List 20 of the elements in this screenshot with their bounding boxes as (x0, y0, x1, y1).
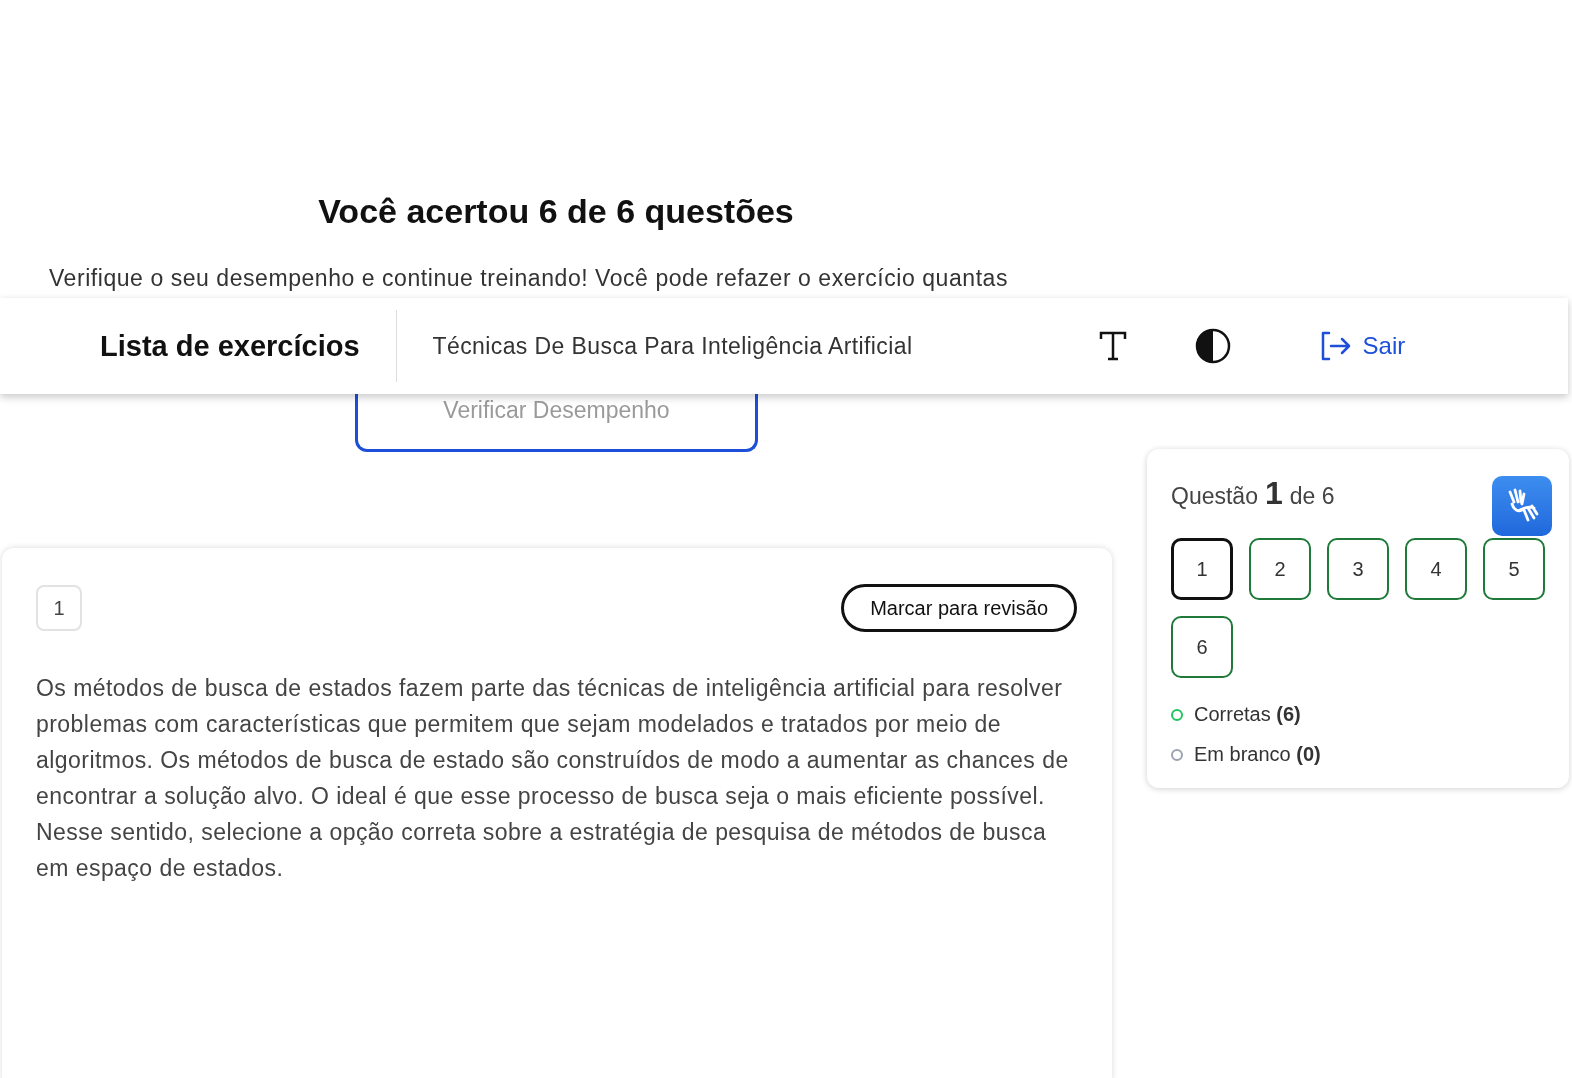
legend-label: Em branco (0) (1194, 743, 1321, 766)
question-nav-button[interactable]: 6 (1171, 616, 1233, 678)
subject-title: Técnicas De Busca Para Inteligência Artificial (432, 332, 914, 360)
question-text: Os métodos de busca de estados fazem parte das técnicas de inteligência artificial para resolver problemas com características que permitem que sejam modelados e tratados por meio de algoritmos. Os métodos de busca de estado são construídos de modo a aumentar as chances de encontrar a solução alvo. O ideal é que esse processo de busca seja o mais eficiente possível. Nesse sentido, selecione a opção correta sobre a estratégia de pesquisa de métodos de busca em espaço de estados. (36, 674, 1070, 883)
text-size-icon[interactable] (1098, 331, 1127, 361)
contrast-icon[interactable] (1194, 328, 1231, 364)
result-message: Verifique o seu desempenho e continue treinando! Você pode refazer o exercício quantas (49, 265, 1009, 291)
question-nav-button[interactable]: 3 (1327, 538, 1389, 600)
sign-language-button[interactable] (1492, 476, 1552, 536)
mark-for-review-button[interactable]: Marcar para revisão (841, 584, 1077, 632)
question-nav-button[interactable]: 5 (1483, 538, 1545, 600)
question-nav-button[interactable]: 2 (1249, 538, 1311, 600)
question-counter: Questão 1 de 6 (1171, 475, 1335, 512)
logout-link[interactable]: Sair (1318, 331, 1406, 361)
legend-label: Corretas (6) (1194, 703, 1301, 726)
header-title: Lista de exercícios (100, 310, 397, 382)
result-title: Você acertou 6 de 6 questões (317, 192, 795, 231)
question-number: 1 (36, 585, 82, 631)
question-nav-button[interactable]: 1 (1171, 538, 1233, 600)
question-nav-button[interactable]: 4 (1405, 538, 1467, 600)
